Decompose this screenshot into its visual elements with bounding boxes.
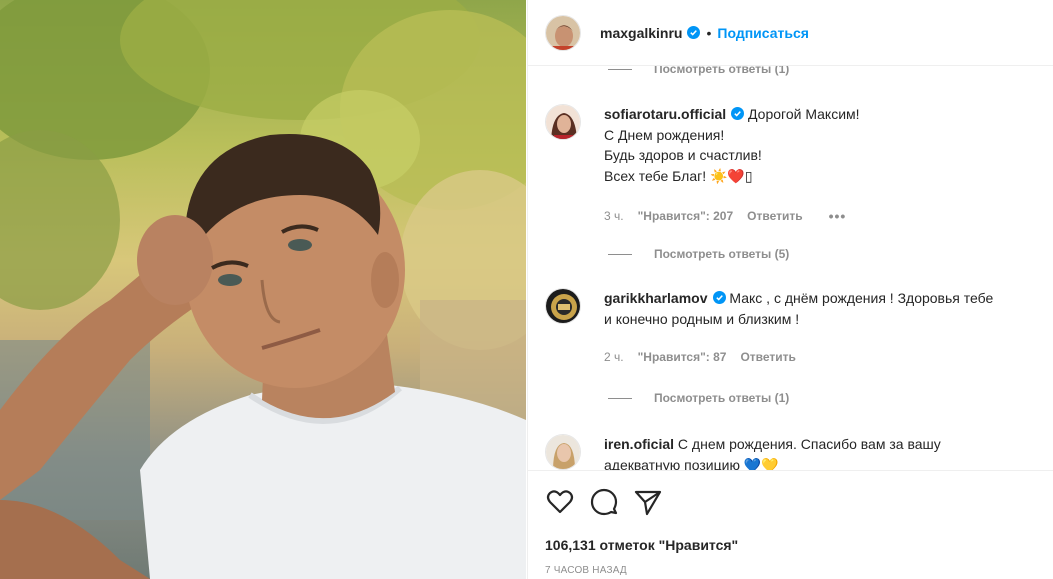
view-replies-label: Посмотреть ответы (1) — [654, 391, 790, 405]
likes-count[interactable]: 106,131 отметок "Нравится" — [545, 537, 738, 553]
post-panel: maxgalkinru • Подписаться Посмотреть отв… — [527, 0, 1053, 579]
comment-time: 3 ч. — [604, 209, 624, 223]
comment-time: 2 ч. — [604, 350, 624, 364]
comment-text-line: адекватную позицию 💙💛 — [604, 456, 779, 471]
heart-icon[interactable] — [545, 487, 575, 517]
view-replies-label: Посмотреть ответы (1) — [654, 66, 790, 76]
comment-item: garikkharlamov Макс , с днём рождения ! … — [545, 288, 1035, 398]
comments-list[interactable]: Посмотреть ответы (1) sofiarotaru.offici… — [528, 66, 1053, 470]
comment-text-line: Макс , с днём рождения ! Здоровья тебе — [729, 290, 994, 306]
commenter-username[interactable]: iren.oficial — [604, 436, 674, 452]
post-header: maxgalkinru • Подписаться — [528, 0, 1053, 66]
verified-badge-icon — [687, 26, 701, 39]
verified-badge-icon — [712, 289, 726, 304]
author-username[interactable]: maxgalkinru — [600, 25, 682, 41]
comment-text-line: С днем рождения. Спасибо вам за вашу — [677, 436, 941, 452]
follow-button[interactable]: Подписаться — [717, 25, 809, 41]
commenter-username[interactable]: garikkharlamov — [604, 290, 708, 306]
view-replies-link[interactable]: Посмотреть ответы (1) — [608, 391, 789, 405]
comment-body: sofiarotaru.official Дорогой Максим! С Д… — [604, 104, 1034, 186]
comment-body: iren.oficial С днем рождения. Спасибо ва… — [604, 434, 1034, 470]
comment-likes[interactable]: "Нравится": 87 — [638, 350, 727, 364]
view-replies-link[interactable]: Посмотреть ответы (1) — [608, 66, 789, 76]
commenter-avatar[interactable] — [545, 288, 581, 324]
comment-likes[interactable]: "Нравится": 207 — [638, 209, 734, 223]
paper-plane-icon[interactable] — [633, 487, 663, 517]
reply-button[interactable]: Ответить — [747, 209, 802, 223]
author-avatar[interactable] — [545, 14, 581, 51]
commenter-avatar[interactable] — [545, 104, 581, 140]
comment-bubble-icon[interactable] — [589, 487, 619, 517]
photo-illustration — [0, 0, 526, 579]
replies-divider-line — [608, 397, 632, 399]
action-icons-row — [545, 487, 677, 517]
comment-text-line: и конечно родным и близким ! — [604, 310, 800, 327]
commenter-username[interactable]: sofiarotaru.official — [604, 106, 726, 122]
comment-meta: 3 ч. "Нравится": 207 Ответить ••• — [604, 208, 860, 224]
comment-text-line: Дорогой Максим! — [748, 106, 860, 122]
post-timestamp: 7 ЧАСОВ НАЗАД — [545, 565, 627, 576]
post-photo[interactable] — [0, 0, 526, 579]
replies-divider-line — [608, 253, 632, 255]
comment-text-line: С Днем рождения! — [604, 126, 725, 143]
commenter-avatar[interactable] — [545, 434, 581, 470]
comment-body: garikkharlamov Макс , с днём рождения ! … — [604, 288, 1034, 329]
comment-text-line: Будь здоров и счастлив! — [604, 147, 762, 163]
verified-badge-icon — [731, 105, 745, 120]
comment-item: iren.oficial С днем рождения. Спасибо ва… — [545, 434, 1035, 470]
reply-button[interactable]: Ответить — [740, 350, 795, 364]
comment-text-line: Всех тебе Благ! ☀️❤️▯ — [604, 167, 753, 184]
replies-divider-line — [608, 68, 632, 70]
comment-meta: 2 ч. "Нравится": 87 Ответить — [604, 350, 810, 364]
view-replies-label: Посмотреть ответы (5) — [654, 247, 790, 261]
post-actions: 106,131 отметок "Нравится" 7 ЧАСОВ НАЗАД — [528, 470, 1053, 579]
view-replies-link[interactable]: Посмотреть ответы (5) — [608, 247, 789, 261]
more-options-icon[interactable]: ••• — [829, 208, 847, 224]
separator-dot: • — [706, 24, 712, 41]
